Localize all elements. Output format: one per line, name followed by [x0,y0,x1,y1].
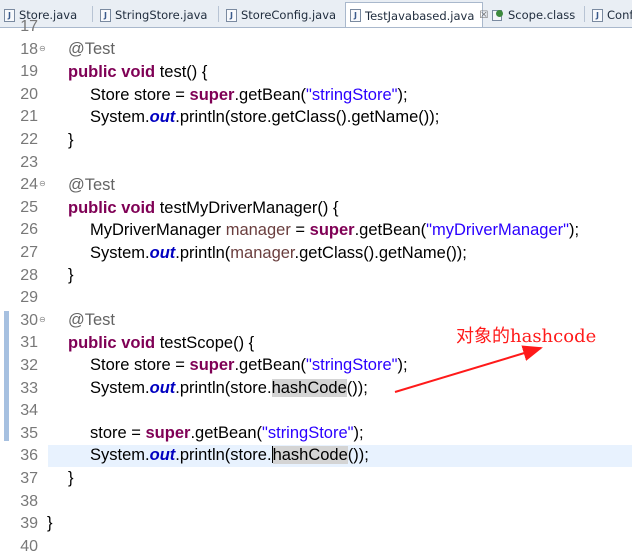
annotation-arrow [394,345,543,393]
